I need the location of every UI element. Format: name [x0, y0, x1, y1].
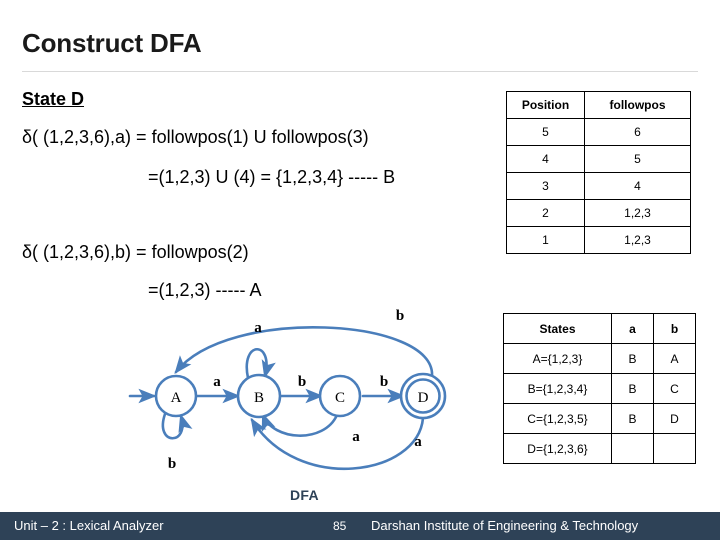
- footer-institute-label: Darshan Institute of Engineering & Techn…: [371, 518, 639, 533]
- table-row: C={1,2,3,5} B D: [503, 403, 696, 434]
- edge-label-b-to-c: b: [298, 374, 306, 390]
- cell-on-a: [611, 433, 654, 464]
- cell-followpos: 4: [584, 172, 691, 200]
- edge-label-a-self: b: [168, 456, 176, 472]
- cell-state: B={1,2,3,4}: [503, 373, 612, 404]
- cell-state: C={1,2,3,5}: [503, 403, 612, 434]
- table-row: 2 1,2,3: [506, 199, 691, 227]
- table-row: 5 6: [506, 118, 691, 146]
- edge-c-to-b: [261, 412, 339, 437]
- cell-on-a: B: [611, 373, 654, 404]
- title-divider: [22, 71, 698, 72]
- edge-label-a-to-b: a: [213, 374, 221, 390]
- cell-on-a: B: [611, 403, 654, 434]
- cell-position: 1: [506, 226, 585, 254]
- cell-on-b: [653, 433, 696, 464]
- state-d-heading: State D: [22, 89, 85, 109]
- edge-d-to-a: [174, 326, 434, 378]
- dfa-caption: DFA: [290, 487, 319, 503]
- edge-label-c-to-b: a: [352, 429, 360, 445]
- state-label-c: C: [335, 390, 345, 406]
- column-header-b: b: [653, 313, 696, 344]
- table-row: A={1,2,3} B A: [503, 343, 696, 374]
- table-header-row: States a b: [503, 313, 696, 344]
- derivation-line-2: =(1,2,3) U (4) = {1,2,3,4} ----- B: [148, 167, 396, 187]
- state-label-a: A: [171, 390, 182, 406]
- edge-label-d-to-b: a: [414, 434, 422, 450]
- cell-on-a: B: [611, 343, 654, 374]
- cell-followpos: 1,2,3: [584, 226, 691, 254]
- table-row: D={1,2,3,6}: [503, 433, 696, 464]
- footer-unit-label: Unit – 2 : Lexical Analyzer: [14, 518, 164, 533]
- cell-followpos: 6: [584, 118, 691, 146]
- cell-on-b: D: [653, 403, 696, 434]
- cell-on-b: A: [653, 343, 696, 374]
- column-header-followpos: followpos: [584, 91, 691, 119]
- cell-on-b: C: [653, 373, 696, 404]
- cell-position: 2: [506, 199, 585, 227]
- dfa-state-diagram: A B C D a b a b a b a b: [128, 308, 447, 472]
- edge-a-self-loop: [161, 412, 193, 440]
- table-row: 1 1,2,3: [506, 226, 691, 254]
- page-title: Construct DFA: [22, 28, 202, 58]
- column-header-position: Position: [506, 91, 585, 119]
- table-row: 4 5: [506, 145, 691, 173]
- cell-state: D={1,2,3,6}: [503, 433, 612, 464]
- cell-position: 3: [506, 172, 585, 200]
- table-row: 3 4: [506, 172, 691, 200]
- derivation-line-1: δ( (1,2,3,6),a) = followpos(1) U followp…: [22, 127, 369, 147]
- edge-label-d-to-a: b: [396, 308, 404, 324]
- cell-followpos: 1,2,3: [584, 199, 691, 227]
- edge-d-to-b: [250, 416, 425, 471]
- edge-b-self-loop: [245, 348, 276, 380]
- followpos-table: Position followpos 5 6 4 5 3 4 2 1,2,3 1…: [506, 91, 691, 254]
- cell-position: 4: [506, 145, 585, 173]
- transition-table: States a b A={1,2,3} B A B={1,2,3,4} B C…: [503, 313, 696, 464]
- footer-page-number: 85: [333, 519, 347, 533]
- table-row: B={1,2,3,4} B C: [503, 373, 696, 404]
- edge-label-b-self: a: [254, 320, 262, 336]
- cell-position: 5: [506, 118, 585, 146]
- table-header-row: Position followpos: [506, 91, 691, 119]
- state-label-d: D: [418, 390, 429, 406]
- cell-state: A={1,2,3}: [503, 343, 612, 374]
- derivation-line-3: δ( (1,2,3,6),b) = followpos(2): [22, 242, 249, 262]
- cell-followpos: 5: [584, 145, 691, 173]
- state-label-b: B: [254, 390, 264, 406]
- column-header-states: States: [503, 313, 612, 344]
- column-header-a: a: [611, 313, 654, 344]
- edge-label-c-to-d: b: [380, 374, 388, 390]
